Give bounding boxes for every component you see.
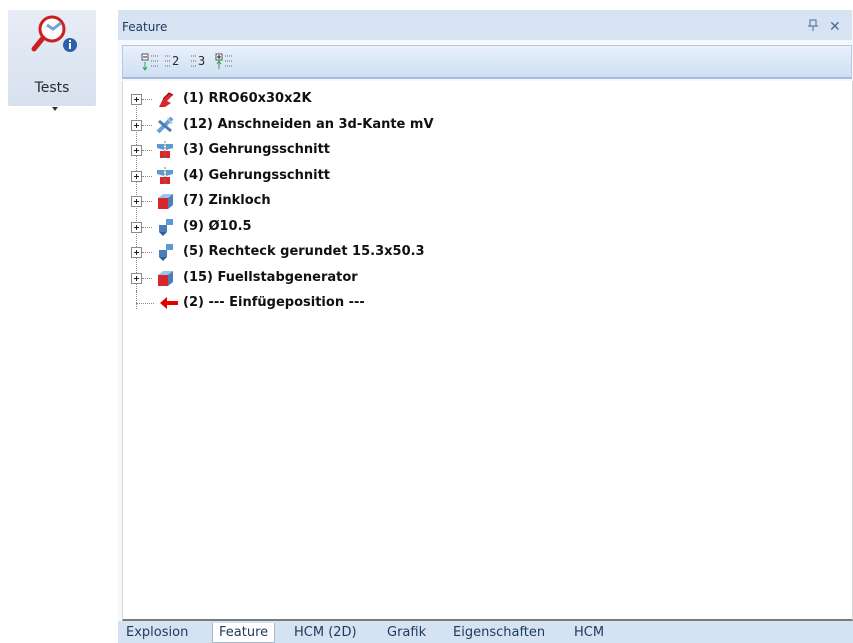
tree-item-label: (5) Rechteck gerundet 15.3x50.3: [183, 244, 425, 259]
tree-item[interactable]: (3) Gehrungsschnitt: [123, 138, 823, 162]
cut-edge-icon: [156, 116, 174, 134]
expand-toggle[interactable]: [131, 247, 142, 258]
drill-icon: [159, 219, 173, 236]
panel-title: Feature: [122, 20, 168, 34]
tab-eigenschaften[interactable]: Eigenschaften: [447, 623, 551, 643]
tree-item[interactable]: (4) Gehrungsschnitt: [123, 164, 823, 188]
expand-toggle[interactable]: [131, 94, 142, 105]
tree-item[interactable]: (2) --- Einfügeposition ---: [123, 291, 823, 315]
tree-item-label: (1) RRO60x30x2K: [183, 91, 312, 106]
tree-item-label: (4) Gehrungsschnitt: [183, 168, 330, 183]
tree-item-label: (2) --- Einfügeposition ---: [183, 295, 365, 310]
insert-arrow-icon: [160, 297, 178, 309]
miter-cut-icon: [157, 167, 173, 184]
hole-block-icon: [158, 194, 173, 209]
tab-explosion[interactable]: Explosion: [120, 623, 194, 643]
panel-titlebar: Feature ✕: [118, 10, 852, 40]
tree-item-label: (3) Gehrungsschnitt: [183, 142, 330, 157]
tree-item-label: (9) Ø10.5: [183, 219, 252, 234]
expand-toggle[interactable]: [131, 273, 142, 284]
tab-feature[interactable]: Feature: [212, 623, 276, 643]
close-icon[interactable]: ✕: [829, 19, 841, 35]
tree-toolbar: 2 3: [122, 45, 852, 79]
pin-icon[interactable]: [808, 19, 818, 35]
magnifier-info-icon: [31, 15, 77, 52]
tree-item-label: (15) Fuellstabgenerator: [183, 270, 358, 285]
tab-hcm[interactable]: HCM: [568, 623, 610, 643]
tab-hcm-2d[interactable]: HCM (2D): [288, 623, 363, 643]
tree-item[interactable]: (1) RRO60x30x2K: [123, 87, 823, 111]
expand-all-icon[interactable]: [215, 53, 235, 71]
expand-toggle[interactable]: [131, 196, 142, 207]
expand-level-3-button[interactable]: 3: [189, 53, 213, 71]
level-2-label: 2: [172, 54, 180, 68]
tree-item[interactable]: (9) Ø10.5: [123, 215, 823, 239]
feature-panel: Feature ✕ 2 3 (1) RRO60x30x2K (12) Ansch…: [118, 10, 853, 643]
expand-toggle[interactable]: [131, 120, 142, 131]
expand-level-2-button[interactable]: 2: [163, 53, 187, 71]
tests-label: Tests: [34, 80, 70, 96]
hole-block-icon: [158, 271, 173, 286]
tree-item[interactable]: (5) Rechteck gerundet 15.3x50.3: [123, 240, 823, 264]
tab-grafik[interactable]: Grafik: [381, 623, 432, 643]
level-3-label: 3: [198, 54, 206, 68]
miter-cut-icon: [157, 141, 173, 158]
tests-ribbon-button[interactable]: Tests: [8, 10, 96, 111]
expand-toggle[interactable]: [131, 171, 142, 182]
feature-tree: (1) RRO60x30x2K (12) Anschneiden an 3d-K…: [122, 81, 853, 621]
tree-item-label: (12) Anschneiden an 3d-Kante mV: [183, 117, 434, 132]
expand-toggle[interactable]: [131, 222, 142, 233]
drill-icon: [159, 244, 173, 261]
tree-item[interactable]: (12) Anschneiden an 3d-Kante mV: [123, 113, 823, 137]
expand-toggle[interactable]: [131, 145, 142, 156]
dropdown-arrow-icon: [52, 107, 58, 111]
panel-tab-strip: Explosion Feature HCM (2D) Grafik Eigens…: [118, 621, 853, 643]
collapse-all-icon[interactable]: [141, 53, 161, 71]
profile-icon: [159, 92, 174, 107]
tree-item-label: (7) Zinkloch: [183, 193, 271, 208]
tree-item[interactable]: (7) Zinkloch: [123, 189, 823, 213]
tree-item[interactable]: (15) Fuellstabgenerator: [123, 266, 823, 290]
